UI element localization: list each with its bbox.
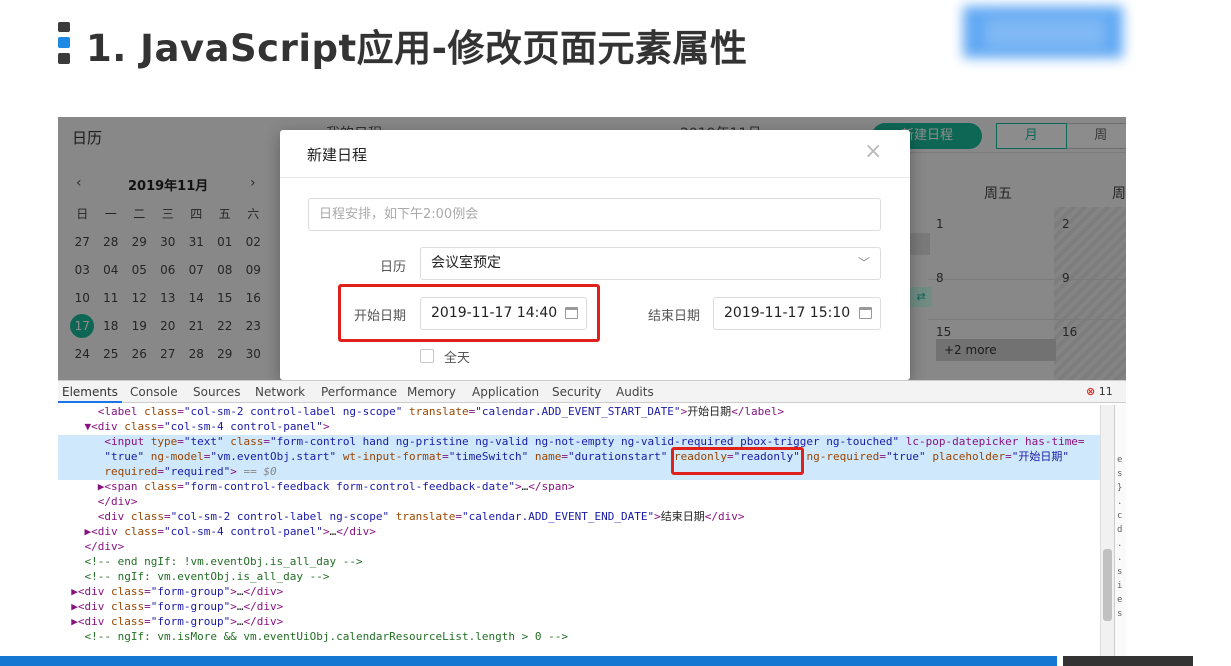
modal-header: 新建日程 × — [280, 130, 910, 178]
dom-node-line[interactable]: <!-- ngIf: vm.eventObj.is_all_day --> — [58, 570, 1100, 585]
error-icon: ⊗ — [1086, 385, 1096, 398]
calendar-app: 日历 ‹ 2019年11月 › 日一二三四五六 27 28 29 30 31 01 02 03 0… — [58, 117, 1126, 380]
style-rule-fragment: . — [1117, 553, 1123, 563]
style-rule-fragment: i — [1117, 581, 1123, 591]
footer-dark-block — [1063, 656, 1193, 666]
dom-node-line[interactable]: ▶<div class="form-group">…</div> — [58, 585, 1100, 600]
tab-performance[interactable]: Performance — [321, 385, 397, 399]
dom-node-line[interactable]: ▶<div class="form-group">…</div> — [58, 615, 1100, 630]
start-date-highlight — [338, 284, 600, 342]
dom-tree: <label class="col-sm-2 control-label ng-… — [58, 405, 1100, 645]
blurred-logo-icon — [955, 0, 1135, 68]
dom-node-line[interactable]: "true" ng-model="vm.eventObj.start" wt-i… — [58, 450, 1100, 465]
dom-node-line[interactable]: <!-- ngIf: vm.isMore && vm.eventUiObj.ca… — [58, 630, 1100, 645]
tab-application[interactable]: Application — [472, 385, 539, 399]
error-count-value: 11 — [1098, 385, 1113, 398]
dom-node-line[interactable]: ▼<div class="col-sm-4 control-panel"> — [58, 420, 1100, 435]
style-rule-fragment: . — [1117, 497, 1123, 507]
dom-node-line[interactable]: ▶<div class="form-group">…</div> — [58, 600, 1100, 615]
dom-node-line[interactable]: <div class="col-sm-2 control-label ng-sc… — [58, 510, 1100, 525]
dom-node-line[interactable]: <label class="col-sm-2 control-label ng-… — [58, 405, 1100, 420]
dom-node-line[interactable]: <input type="text" class="form-control h… — [58, 435, 1100, 450]
tab-network[interactable]: Network — [255, 385, 305, 399]
calendar-icon — [859, 307, 872, 319]
dom-node-line[interactable]: </div> — [58, 540, 1100, 555]
devtools-tabbar: Elements Console Sources Network Perform… — [58, 381, 1126, 403]
calendar-select-value: 会议室预定 — [431, 255, 501, 271]
readonly-highlight — [671, 447, 804, 475]
dom-node-line[interactable]: <!-- end ngIf: !vm.eventObj.is_all_day -… — [58, 555, 1100, 570]
tab-audits[interactable]: Audits — [616, 385, 654, 399]
style-rule-fragment: . — [1117, 539, 1123, 549]
chevron-down-icon: ﹀ — [857, 256, 870, 270]
schedule-input[interactable]: 日程安排，如下午2:00例会 — [308, 198, 881, 231]
style-rule-fragment: s — [1117, 469, 1123, 479]
end-date-label: 结束日期 — [647, 309, 700, 324]
calendar-select[interactable]: 会议室预定 ﹀ — [420, 247, 881, 280]
style-rule-fragment: e — [1117, 595, 1123, 605]
styles-pane: e s}. c d.. s i e s — [1114, 405, 1126, 656]
end-date-input[interactable]: 2019-11-17 15:10 — [713, 297, 881, 330]
end-date-value: 2019-11-17 15:10 — [724, 305, 851, 321]
dom-node-line[interactable]: required="required"> == $0 — [58, 465, 1100, 480]
devtools-panel: Elements Console Sources Network Perform… — [58, 380, 1126, 656]
title-marker-icon — [58, 22, 70, 64]
style-rule-fragment: s — [1117, 609, 1123, 619]
style-rule-fragment: s — [1117, 567, 1123, 577]
tab-console[interactable]: Console — [130, 385, 178, 399]
modal-title: 新建日程 — [307, 146, 368, 164]
style-rule-fragment: c — [1117, 511, 1123, 521]
tab-memory[interactable]: Memory — [407, 385, 456, 399]
dom-node-line[interactable]: </div> — [58, 495, 1100, 510]
calendar-label: 日历 — [379, 260, 406, 275]
tab-elements[interactable]: Elements — [58, 385, 122, 403]
style-rule-fragment: e — [1117, 455, 1123, 465]
browser-screenshot: 日历 ‹ 2019年11月 › 日一二三四五六 27 28 29 30 31 01 02 03 0… — [58, 117, 1126, 656]
footer-bar — [0, 656, 1057, 666]
tab-sources[interactable]: Sources — [193, 385, 240, 399]
style-rule-fragment: } — [1117, 483, 1123, 493]
dom-node-line[interactable]: ▶<span class="form-control-feedback form… — [58, 480, 1100, 495]
all-day-checkbox[interactable] — [420, 349, 434, 363]
tab-security[interactable]: Security — [552, 385, 601, 399]
slide-title: 1. JavaScript应用-修改页面元素属性 — [86, 27, 748, 70]
dom-node-line[interactable]: ▶<div class="col-sm-4 control-panel">…</… — [58, 525, 1100, 540]
style-rule-fragment: d — [1117, 525, 1123, 535]
all-day-label: 全天 — [444, 351, 471, 366]
scrollbar-thumb[interactable] — [1103, 549, 1112, 621]
error-count[interactable]: ⊗ 11 — [1086, 385, 1113, 398]
close-icon[interactable]: × — [864, 140, 882, 164]
new-event-modal: 新建日程 × 日程安排，如下午2:00例会 日历 会议室预定 ﹀ 开始日期 20… — [280, 130, 910, 380]
